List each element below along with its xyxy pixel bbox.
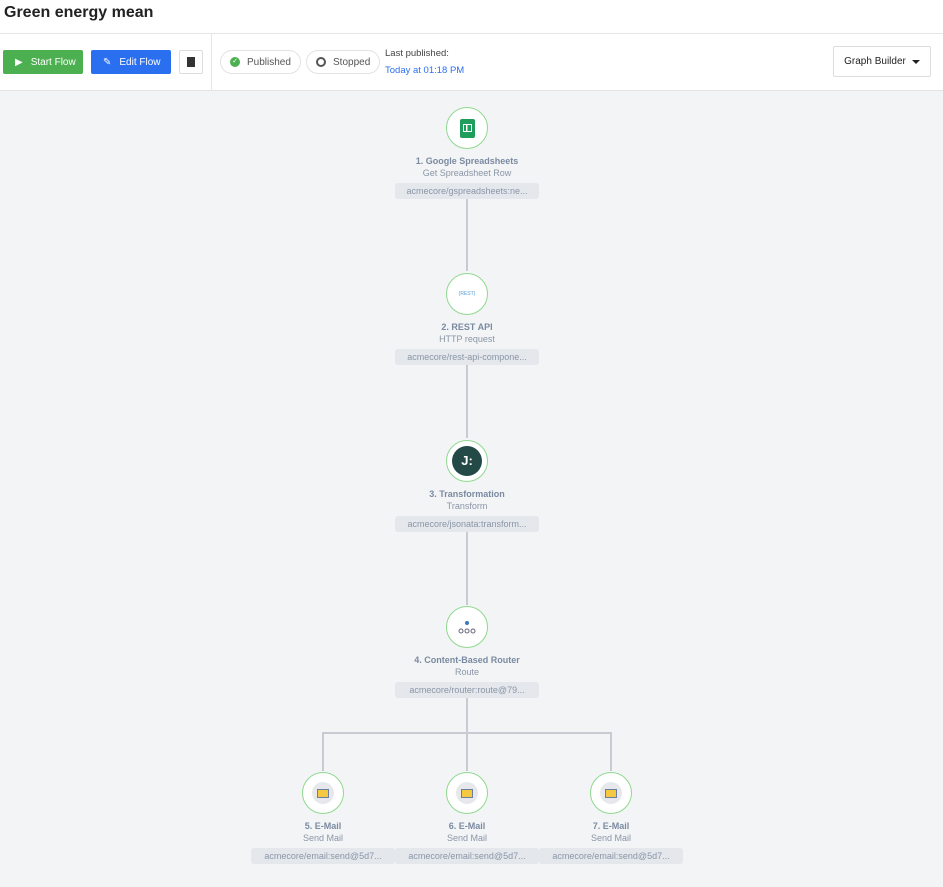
last-published-label: Last published: [385,48,449,59]
flow-node[interactable]: J: 3. Transformation Transform acmecore/… [387,440,547,532]
published-badge[interactable]: ✓ Published [220,50,301,74]
flow-node[interactable]: 6. E-Mail Send Mail acmecore/email:send@… [387,772,547,864]
flow-node[interactable]: 4. Content-Based Router Route acmecore/r… [387,606,547,698]
play-icon: ▶ [15,56,23,68]
view-select-label: Graph Builder [844,56,906,67]
caret-down-icon [911,59,920,64]
node-component: acmecore/email:send@5d7... [395,848,539,864]
start-flow-button[interactable]: ▶ Start Flow [3,50,83,74]
node-component: acmecore/router:route@79... [395,682,539,698]
last-published-value[interactable]: Today at 01:18 PM [385,65,464,76]
jsonata-icon-text: J: [452,446,482,476]
edit-flow-label: Edit Flow [119,56,161,68]
connector [466,530,468,605]
rest-icon-text: {REST} [458,291,476,297]
node-subtitle: Transform [446,501,488,511]
node-subtitle: Get Spreadsheet Row [422,168,512,178]
node-title: 4. Content-Based Router [414,655,520,665]
connector [466,697,468,771]
node-subtitle: Route [454,667,480,677]
delete-button[interactable] [179,50,203,74]
edit-flow-button[interactable]: ✎ Edit Flow [91,50,171,74]
email-icon [590,772,632,814]
view-select[interactable]: Graph Builder [833,46,931,77]
node-title: 6. E-Mail [448,821,486,831]
node-component: acmecore/rest-api-compone... [395,349,539,365]
toolbar: ▶ Start Flow ✎ Edit Flow ✓ Published Stoppe… [0,34,943,91]
flow-node[interactable]: 5. E-Mail Send Mail acmecore/email:send@… [243,772,403,864]
node-subtitle: HTTP request [439,334,495,344]
google-sheets-icon [446,107,488,149]
email-icon [302,772,344,814]
connector [322,732,324,771]
flow-node[interactable]: {REST} 2. REST API HTTP request acmecore… [387,273,547,365]
trash-icon [187,57,195,67]
node-subtitle: Send Mail [590,833,632,843]
connector [322,732,612,734]
connector [610,732,612,771]
jsonata-icon: J: [446,440,488,482]
start-flow-label: Start Flow [30,56,76,68]
published-label: Published [247,56,291,68]
flow-node[interactable]: 7. E-Mail Send Mail acmecore/email:send@… [531,772,691,864]
stopped-badge[interactable]: Stopped [306,50,381,74]
check-circle-icon: ✓ [230,57,240,67]
node-title: 5. E-Mail [304,821,342,831]
email-icon [446,772,488,814]
node-title: 1. Google Spreadsheets [415,156,519,166]
node-component: acmecore/email:send@5d7... [251,848,395,864]
node-component: acmecore/email:send@5d7... [539,848,683,864]
router-icon [446,606,488,648]
connector [466,363,468,438]
pencil-icon: ✎ [103,56,112,68]
node-title: 2. REST API [441,322,493,332]
node-subtitle: Send Mail [302,833,344,843]
stopped-label: Stopped [333,56,371,68]
node-component: acmecore/jsonata:transform... [395,516,539,532]
connector [466,197,468,271]
rest-api-icon: {REST} [446,273,488,315]
flow-node[interactable]: 1. Google Spreadsheets Get Spreadsheet R… [387,107,547,199]
node-component: acmecore/gspreadsheets:ne... [395,183,539,199]
node-title: 7. E-Mail [592,821,630,831]
stopped-circle-icon [316,57,326,67]
page-header: Green energy mean [0,0,943,34]
node-title: 3. Transformation [429,489,505,499]
node-subtitle: Send Mail [446,833,488,843]
divider [211,34,212,91]
flow-title: Green energy mean [4,4,154,21]
